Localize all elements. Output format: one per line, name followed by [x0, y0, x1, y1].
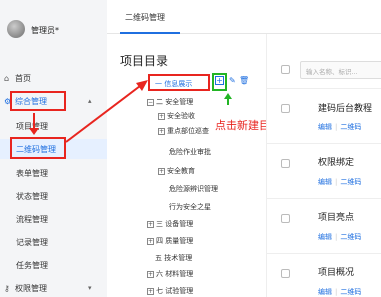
username: 管理员* — [31, 26, 59, 35]
tab-qrcode-management[interactable]: 二维码管理 — [125, 12, 165, 23]
qrcode-link[interactable]: 二维码 — [340, 178, 361, 186]
expand-icon[interactable]: + — [158, 167, 165, 175]
delete-icon[interactable]: 🗑 — [239, 76, 249, 85]
annotation-arrow-diagonal — [65, 80, 148, 143]
tree-node-materials[interactable]: + 六 材料管理 — [147, 269, 193, 279]
divider — [267, 88, 381, 89]
key-icon: ⚷ — [4, 283, 10, 293]
qrcode-link[interactable]: 二维码 — [340, 123, 361, 131]
expand-icon[interactable]: + — [147, 270, 154, 278]
expand-icon[interactable]: + — [147, 237, 154, 245]
divider — [267, 143, 381, 144]
active-tab-indicator — [120, 32, 180, 34]
tree-node-key-area-inspection[interactable]: + 重点部位巡查 — [158, 126, 209, 136]
sidebar-item-record-management[interactable]: 记录管理 — [0, 232, 107, 252]
row-checkbox[interactable] — [281, 214, 290, 223]
home-icon: ⌂ — [4, 73, 10, 83]
profile-area: 管理员* — [0, 0, 107, 60]
tree-node-quality[interactable]: + 四 质量管理 — [147, 236, 193, 246]
card-actions: 编辑 | 二维码 — [318, 123, 362, 131]
sidebar-item-form-management[interactable]: 表单管理 — [0, 163, 107, 183]
tree-node-technical[interactable]: 五 技术管理 — [155, 253, 192, 263]
card-title[interactable]: 项目概况 — [318, 265, 354, 278]
qrcode-link[interactable]: 二维码 — [340, 233, 361, 241]
tree-node-safety-star[interactable]: 行为安全之星 — [169, 202, 211, 212]
edit-link[interactable]: 编辑 — [318, 233, 332, 241]
avatar[interactable] — [7, 20, 25, 38]
expand-icon[interactable]: + — [147, 220, 154, 228]
qrcode-list-panel: 输入名称、标识... 建码后台教程 编辑 | 二维码 权限绑定 编辑 | 二维码 项目亮… — [266, 34, 381, 297]
tree-node-safety-acceptance[interactable]: + 安全验收 — [158, 111, 195, 121]
tree-node-equipment[interactable]: + 三 设备管理 — [147, 219, 193, 229]
sidebar-item-flow-management[interactable]: 流程管理 — [0, 209, 107, 229]
sidebar-item-permission-management[interactable]: ⚷ 权限管理 ▾ — [0, 278, 107, 297]
sidebar-item-task-management[interactable]: 任务管理 — [0, 255, 107, 275]
chevron-down-icon: ▾ — [88, 284, 92, 292]
annotation-box-qrcode — [10, 137, 66, 159]
expand-icon[interactable]: + — [158, 112, 165, 120]
select-all-checkbox[interactable] — [281, 65, 290, 74]
divider — [267, 198, 381, 199]
annotation-arrow-up — [224, 93, 232, 105]
tree-node-safety[interactable]: − 二 安全管理 — [147, 97, 193, 107]
tree-node-hazard-identification[interactable]: 危险源辨识管理 — [169, 184, 218, 194]
row-checkbox[interactable] — [281, 104, 290, 113]
edit-icon[interactable]: ✎ — [229, 76, 236, 85]
qrcode-link[interactable]: 二维码 — [340, 288, 361, 296]
row-checkbox[interactable] — [281, 159, 290, 168]
expand-icon[interactable]: + — [147, 287, 154, 295]
annotation-box-info-display — [148, 74, 210, 91]
expand-icon[interactable]: + — [158, 127, 165, 135]
add-folder-icon[interactable]: + — [215, 76, 224, 85]
annotation-arrow-down — [29, 113, 39, 135]
divider — [267, 253, 381, 254]
search-input[interactable]: 输入名称、标识... — [300, 61, 381, 79]
tree-node-hazard-work-approval[interactable]: 危险作业审批 — [169, 147, 211, 157]
tree-title: 项目目录 — [120, 54, 169, 68]
card-title[interactable]: 权限绑定 — [318, 155, 354, 168]
card-title[interactable]: 建码后台教程 — [318, 101, 372, 114]
annotation-box-general — [10, 91, 66, 111]
edit-link[interactable]: 编辑 — [318, 178, 332, 186]
tree-node-testing[interactable]: + 七 试验管理 — [147, 286, 193, 296]
tree-node-safety-education[interactable]: + 安全教育 — [158, 166, 195, 176]
edit-link[interactable]: 编辑 — [318, 288, 332, 296]
tab-bar: 二维码管理 — [107, 0, 381, 34]
sidebar-item-status-management[interactable]: 状态管理 — [0, 186, 107, 206]
edit-link[interactable]: 编辑 — [318, 123, 332, 131]
card-actions: 编辑 | 二维码 — [318, 178, 362, 186]
row-checkbox[interactable] — [281, 269, 290, 278]
card-actions: 编辑 | 二维码 — [318, 288, 362, 296]
card-actions: 编辑 | 二维码 — [318, 233, 362, 241]
card-title[interactable]: 项目亮点 — [318, 210, 354, 223]
